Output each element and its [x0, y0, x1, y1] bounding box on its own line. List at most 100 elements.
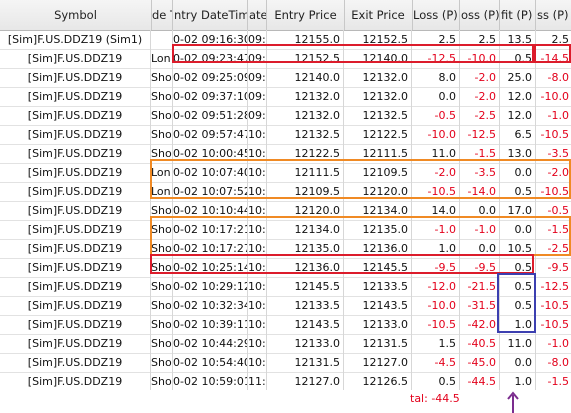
header-cum-loss[interactable]: oss (P): [460, 0, 500, 30]
header-entry-time[interactable]: ntry DateTime: [173, 0, 248, 30]
exit-price-cell: 12132.5: [344, 106, 412, 125]
entry-time-cell: 0-02 10:07:40: [173, 163, 248, 182]
header-symbol[interactable]: Symbol: [0, 0, 152, 30]
table-row[interactable]: [Sim]F.US.DDZ19Shor0-02 10:17:2710:12135…: [0, 239, 571, 259]
entry-time-cell: 0-02 09:57:47: [173, 125, 248, 144]
header-entry-price[interactable]: Entry Price: [267, 0, 345, 30]
exit-price-cell: 12135.0: [344, 220, 412, 239]
header-exit-price[interactable]: Exit Price: [344, 0, 413, 30]
profit-cell: 0.0: [500, 353, 536, 372]
table-row[interactable]: [Sim]F.US.DDZ19Shor0-02 10:25:1410:12136…: [0, 258, 571, 278]
table-row[interactable]: [Sim]F.US.DDZ19Shor0-02 10:17:2110:12134…: [0, 220, 571, 240]
table-row[interactable]: [Sim]F.US.DDZ19Shor0-02 10:00:4510:12122…: [0, 144, 571, 164]
cum-loss-cell: -14.0: [460, 182, 500, 201]
entry-price-cell: 12122.5: [267, 144, 344, 163]
mae-cell: -0.5: [412, 106, 460, 125]
table-row[interactable]: [Sim]F.US.DDZ19Shor0-02 09:25:0909:12140…: [0, 68, 571, 88]
symbol-cell: [Sim]F.US.DDZ19: [0, 182, 151, 201]
cum-loss-cell: -3.5: [460, 163, 500, 182]
last-cell: -2.5: [547, 242, 569, 255]
entry-price-cell: 12132.0: [267, 106, 344, 125]
exit-price-cell: 12143.5: [344, 296, 412, 315]
side-cell: Shor: [151, 68, 173, 87]
entry-time-cell: 0-02 10:54:40: [173, 353, 248, 372]
symbol-cell: [Sim]F.US.DDZ19: [0, 258, 151, 277]
mae-cell: -12.5: [412, 49, 460, 68]
header-mae[interactable]: Loss (P): [412, 0, 460, 30]
cum-loss-cell: -2.0: [460, 68, 500, 87]
mae-cell: -9.5: [412, 258, 460, 277]
side-cell: Shor: [151, 106, 173, 125]
table-row[interactable]: [Sim]F.US.DDZ19 Lon 0-02 09:23:47 09: 12152.…: [0, 49, 571, 69]
header-exit-time[interactable]: ate: [248, 0, 267, 30]
last-cell: -10.0: [540, 90, 569, 103]
table-row[interactable]: [Sim]F.US.DDZ19 (Sim1) 0-02 09:16:30 09: 12…: [0, 30, 571, 50]
table-row[interactable]: [Sim]F.US.DDZ19Shor0-02 09:57:4710:12132…: [0, 125, 571, 145]
header-last[interactable]: ss (P): [536, 0, 571, 30]
exit-time-cell: 10:: [248, 144, 267, 163]
last-cell: -1.0: [547, 337, 569, 350]
up-arrow-icon: [507, 391, 519, 413]
mae-cell: 0.5: [412, 372, 460, 391]
table-row[interactable]: [Sim]F.US.DDZ19Shor0-02 10:10:4410:12120…: [0, 201, 571, 221]
cum-loss-cell: -10.0: [460, 49, 500, 68]
cum-loss-cell: -31.5: [460, 296, 500, 315]
table-row[interactable]: [Sim]F.US.DDZ19Shor0-02 09:37:1009:12132…: [0, 87, 571, 107]
symbol-cell: [Sim]F.US.DDZ19: [0, 296, 151, 315]
profit-cell: 0.5: [500, 49, 536, 68]
table-row[interactable]: [Sim]F.US.DDZ19Shor0-02 10:59:0111:12127…: [0, 372, 571, 392]
symbol-cell: [Sim]F.US.DDZ19: [0, 106, 151, 125]
header-profit[interactable]: fit (P): [500, 0, 536, 30]
table-row[interactable]: [Sim]F.US.DDZ19Shor0-02 10:44:2910:12133…: [0, 334, 571, 354]
profit-cell: 1.0: [500, 315, 536, 334]
profit-cell: 0.0: [500, 163, 536, 182]
exit-price-cell: 12136.0: [344, 239, 412, 258]
table-row[interactable]: [Sim]F.US.DDZ19Shor0-02 10:39:1110:12143…: [0, 315, 571, 335]
symbol-cell: [Sim]F.US.DDZ19: [0, 315, 151, 334]
table-row[interactable]: [Sim]F.US.DDZ19Shor0-02 09:51:2809:12132…: [0, 106, 571, 126]
cum-loss-cell: -12.5: [460, 125, 500, 144]
profit-cell: 1.0: [500, 372, 536, 391]
cum-loss-cell: -1.0: [460, 220, 500, 239]
side-cell: Shor: [151, 277, 173, 296]
side-cell: Shor: [151, 220, 173, 239]
profit-cell: 25.0: [500, 68, 536, 87]
cum-loss-cell: -45.0: [460, 353, 500, 372]
entry-time-cell: 0-02 09:25:09: [173, 68, 248, 87]
entry-time-cell: 0-02 10:39:11: [173, 315, 248, 334]
entry-price-cell: 12140.0: [267, 68, 344, 87]
cum-loss-cell: -44.5: [460, 372, 500, 391]
exit-price-cell: 12152.5: [344, 30, 412, 49]
entry-time-cell: 0-02 09:16:30: [173, 30, 248, 49]
symbol-cell: [Sim]F.US.DDZ19: [0, 201, 151, 220]
header-side[interactable]: de T: [151, 0, 173, 30]
exit-time-cell: 10:: [248, 220, 267, 239]
exit-time-cell: 10:: [248, 182, 267, 201]
table-row[interactable]: [Sim]F.US.DDZ19 Lon 0-02 10:07:40 10: 12111.…: [0, 163, 571, 183]
profit-cell: 17.0: [500, 201, 536, 220]
profit-cell: 0.5: [500, 277, 536, 296]
exit-time-cell: 10:: [248, 163, 267, 182]
mae-cell: 2.5: [412, 30, 460, 49]
exit-price-cell: 12133.0: [344, 315, 412, 334]
column-header-row: Symbol de T ntry DateTime ate Entry Pric…: [0, 0, 571, 31]
cum-loss-cell: -1.5: [460, 144, 500, 163]
entry-time-cell: 0-02 10:59:01: [173, 372, 248, 391]
cum-loss-cell: 2.5: [460, 30, 500, 49]
symbol-cell: [Sim]F.US.DDZ19: [0, 125, 151, 144]
entry-time-cell: 0-02 10:44:29: [173, 334, 248, 353]
side-cell: [151, 30, 173, 49]
exit-time-cell: 10:: [248, 277, 267, 296]
exit-time-cell: 10:: [248, 258, 267, 277]
side-cell: Shor: [151, 353, 173, 372]
table-row[interactable]: [Sim]F.US.DDZ19Shor0-02 10:29:1210:12145…: [0, 277, 571, 297]
table-row[interactable]: [Sim]F.US.DDZ19 Lon 0-02 10:07:52 10: 12109.…: [0, 182, 571, 202]
exit-price-cell: 12133.5: [344, 277, 412, 296]
entry-time-cell: 0-02 10:17:27: [173, 239, 248, 258]
table-row[interactable]: [Sim]F.US.DDZ19Shor0-02 10:32:3410:12133…: [0, 296, 571, 316]
last-cell: -10.5: [540, 299, 569, 312]
mae-cell: 1.5: [412, 334, 460, 353]
table-row[interactable]: [Sim]F.US.DDZ19Shor0-02 10:54:4010:12131…: [0, 353, 571, 373]
exit-time-cell: 10:: [248, 239, 267, 258]
last-cell: -8.0: [547, 71, 569, 84]
